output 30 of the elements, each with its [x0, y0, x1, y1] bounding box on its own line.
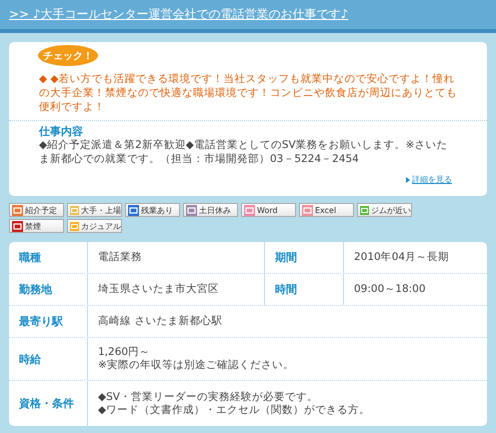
field-label: 期間: [265, 242, 344, 273]
field-label: 職種: [9, 242, 88, 273]
field-label: 勤務地: [9, 274, 88, 305]
job-title-link[interactable]: >> ♪大手コールセンター運営会社での電話営業のお仕事です♪: [9, 6, 348, 23]
tag-label: 禁煙: [25, 220, 41, 232]
tag-label: Excel: [315, 206, 336, 214]
field-value: 1,260円～ ※実際の年収等は別途ご確認ください。: [97, 345, 295, 373]
field-label: 資格・条件: [9, 381, 88, 426]
tag-label: 土日休み: [199, 204, 231, 216]
field-label: 最寄り駅: [9, 306, 88, 337]
highlight-text: ◆ ◆若い方でも活躍できる環境です！当社スタッフも就業中なので安心ですよ！憧れの大手企業！禁煙なので快適な職場環境です！コンビニや飲食店が周辺にありとても便利ですよ！: [39, 72, 457, 114]
details-link[interactable]: 詳細を見る: [412, 174, 452, 185]
triangle-icon: [406, 176, 410, 182]
field-value: 09:00～18:00: [353, 282, 427, 297]
field-value: 電話業務: [88, 242, 265, 273]
field-label: 時間: [265, 274, 344, 305]
section-heading: 仕事内容: [39, 125, 84, 138]
tag-label: 紹介予定: [25, 204, 57, 216]
field-value: 埼玉県さいたま市大宮区: [88, 274, 265, 305]
field-value: 高崎線 さいたま新都心駅: [97, 314, 224, 329]
field-label: 時給: [9, 338, 88, 380]
tag-label: 大手・上場: [81, 204, 121, 216]
check-badge: チェック！: [38, 45, 98, 66]
tag-label: カジュアル: [81, 220, 121, 232]
field-value: 2010年04月～長期: [353, 250, 450, 265]
tag-label: Word: [257, 206, 278, 214]
tag-label: 残業あり: [141, 204, 173, 216]
tag-label: ジムが近い: [371, 204, 411, 216]
field-value: ◆SV・営業リーダーの実務経験が必要です。 ◆ワード（文書作成）・エクセル（関数）ができる方。: [97, 390, 372, 418]
job-description: ◆紹介予定派遣＆第2新卒歓迎◆電話営業としてのSV業務をお願いします。※さいたま新都心での就業です。（担当：市場開発部）03－5224－2454: [39, 138, 448, 166]
